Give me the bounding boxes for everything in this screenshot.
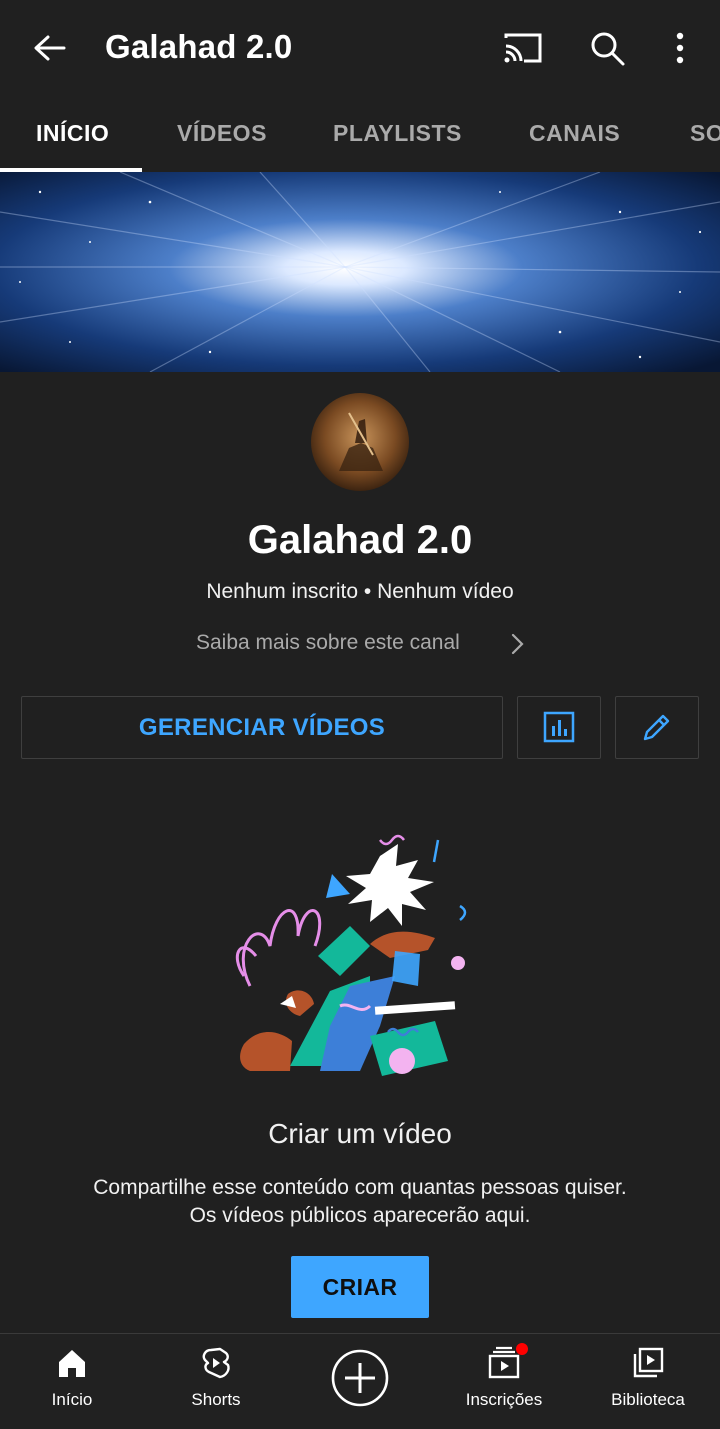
- nav-label-library: Biblioteca: [611, 1390, 685, 1409]
- create-button[interactable]: CRIAR: [291, 1256, 429, 1318]
- search-icon[interactable]: [585, 26, 629, 70]
- app-header: Galahad 2.0: [0, 0, 720, 96]
- empty-state-description: Compartilhe esse conteúdo com quantas pe…: [0, 1174, 720, 1230]
- edit-channel-button[interactable]: [615, 696, 699, 759]
- tab-sobre[interactable]: SO: [690, 120, 720, 147]
- tab-inicio[interactable]: INÍCIO: [36, 120, 109, 147]
- channel-tabs: INÍCIO VÍDEOS PLAYLISTS CANAIS SO: [0, 96, 720, 172]
- create-plus-icon: [331, 1349, 389, 1407]
- nav-label-shorts: Shorts: [191, 1390, 241, 1409]
- nav-label-subscriptions: Inscrições: [465, 1390, 543, 1409]
- nav-item-home[interactable]: Início: [0, 1334, 144, 1429]
- empty-state-title: Criar um vídeo: [268, 1118, 452, 1149]
- channel-title: Galahad 2.0: [105, 28, 293, 65]
- nav-item-library[interactable]: Biblioteca: [576, 1334, 720, 1429]
- back-arrow-icon[interactable]: [28, 26, 72, 70]
- create-video-illustration: [220, 826, 500, 1086]
- notification-badge: [516, 1343, 528, 1355]
- analytics-icon: [543, 711, 575, 743]
- tab-playlists[interactable]: PLAYLISTS: [333, 120, 462, 147]
- chevron-right-icon[interactable]: [508, 632, 528, 656]
- channel-name: Galahad 2.0: [247, 518, 473, 562]
- channel-banner: [0, 172, 720, 372]
- channel-stats: Nenhum inscrito • Nenhum vídeo: [206, 580, 514, 603]
- nav-item-subscriptions[interactable]: Inscrições: [432, 1334, 576, 1429]
- analytics-button[interactable]: [517, 696, 601, 759]
- more-vert-icon[interactable]: [658, 26, 702, 70]
- cast-icon[interactable]: [500, 26, 544, 70]
- empty-state-description-line2: Os vídeos públicos aparecerão aqui.: [189, 1204, 531, 1227]
- tab-canais[interactable]: CANAIS: [529, 120, 620, 147]
- nav-item-shorts[interactable]: Shorts: [144, 1334, 288, 1429]
- bottom-navigation: Início Shorts Inscrições Biblioteca: [0, 1333, 720, 1429]
- channel-avatar[interactable]: [311, 393, 409, 491]
- tab-videos[interactable]: VÍDEOS: [177, 120, 267, 147]
- shorts-icon: [202, 1347, 230, 1379]
- edit-pencil-icon: [643, 714, 670, 741]
- home-icon: [59, 1350, 85, 1377]
- about-channel-link[interactable]: Saiba mais sobre este canal: [196, 631, 460, 655]
- library-icon: [633, 1347, 664, 1378]
- nav-item-create[interactable]: [288, 1334, 432, 1429]
- empty-state-description-line1: Compartilhe esse conteúdo com quantas pe…: [93, 1176, 627, 1199]
- manage-videos-button[interactable]: GERENCIAR VÍDEOS: [21, 696, 503, 759]
- nav-label-home: Início: [51, 1390, 93, 1409]
